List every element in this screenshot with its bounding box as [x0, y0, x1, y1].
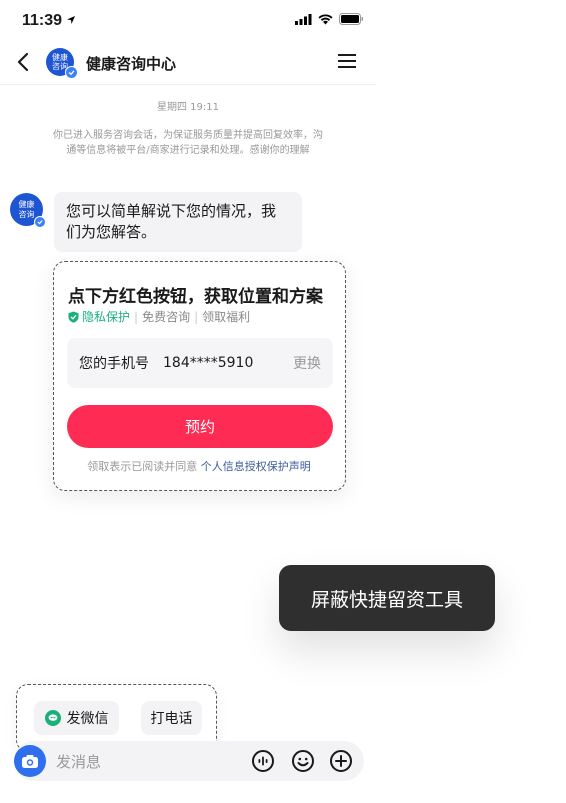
camera-icon[interactable]	[14, 745, 46, 777]
bot-avatar-text: 健康 咨询	[18, 199, 35, 219]
page-title: 健康咨询中心	[86, 55, 177, 73]
tag-benefits: 领取福利	[202, 310, 251, 324]
voice-icon[interactable]	[251, 749, 275, 773]
wifi-icon	[318, 13, 333, 24]
chat-header: 健康 咨询 健康咨询中心	[0, 40, 376, 85]
status-time: 11:39	[22, 12, 63, 29]
location-arrow-icon	[67, 16, 75, 24]
call-button[interactable]: 打电话	[141, 701, 202, 735]
change-phone-button[interactable]: 更换	[293, 353, 321, 373]
card-tags: 隐私保护 | 免费咨询 | 领取福利	[68, 308, 250, 325]
message-input-bar[interactable]: 发消息	[14, 741, 364, 781]
privacy-statement-link[interactable]: 个人信息授权保护声明	[201, 460, 311, 473]
battery-icon	[339, 13, 363, 25]
send-wechat-label: 发微信	[66, 711, 109, 727]
consent-prefix: 领取表示已阅读并同意	[87, 460, 198, 473]
system-notice: 你已进入服务咨询会话，为保证服务质量并提高回复效率，沟通等信息将被平台/商家进行…	[53, 130, 323, 156]
emoji-icon[interactable]	[291, 749, 315, 773]
message-input[interactable]: 发消息	[56, 751, 101, 772]
phone-screen: 11:39 健康 咨询 健康咨询中心 星期四 19:11 你已进入服务咨询会话，…	[0, 0, 376, 803]
tag-divider: |	[134, 309, 139, 324]
verified-badge-icon	[34, 216, 46, 228]
phone-label: 您的手机号	[79, 356, 149, 372]
phone-number: 184****5910	[163, 355, 254, 371]
book-button[interactable]: 预约	[67, 405, 333, 448]
consent-text: 领取表示已阅读并同意 个人信息授权保护声明	[54, 458, 344, 474]
back-chevron-icon[interactable]	[14, 50, 34, 74]
shield-check-icon	[68, 311, 79, 323]
wechat-icon	[44, 710, 61, 726]
plus-icon[interactable]	[329, 749, 353, 773]
lead-form-card: 点下方红色按钮，获取位置和方案 隐私保护 | 免费咨询 | 领取福利 您的手机号…	[53, 261, 346, 491]
card-title: 点下方红色按钮，获取位置和方案	[68, 287, 323, 307]
tag-privacy: 隐私保护	[82, 310, 131, 324]
menu-icon[interactable]	[338, 52, 356, 70]
bot-avatar[interactable]: 健康 咨询	[10, 193, 46, 228]
phone-number-row: 您的手机号 184****5910 更换	[67, 338, 333, 388]
verified-badge-icon	[65, 66, 78, 79]
status-bar: 11:39	[0, 0, 376, 40]
chat-timestamp: 星期四 19:11	[157, 102, 219, 113]
signal-icon	[295, 13, 312, 25]
tag-divider: |	[194, 309, 199, 324]
send-wechat-button[interactable]: 发微信	[34, 701, 119, 735]
bot-message-bubble: 您可以简单解说下您的情况，我们为您解答。	[54, 192, 302, 252]
tooltip-block-lead-tool[interactable]: 屏蔽快捷留资工具	[279, 565, 495, 631]
status-icons	[295, 13, 364, 25]
tag-free-consult: 免费咨询	[142, 310, 191, 324]
shop-avatar[interactable]: 健康 咨询	[46, 48, 78, 79]
